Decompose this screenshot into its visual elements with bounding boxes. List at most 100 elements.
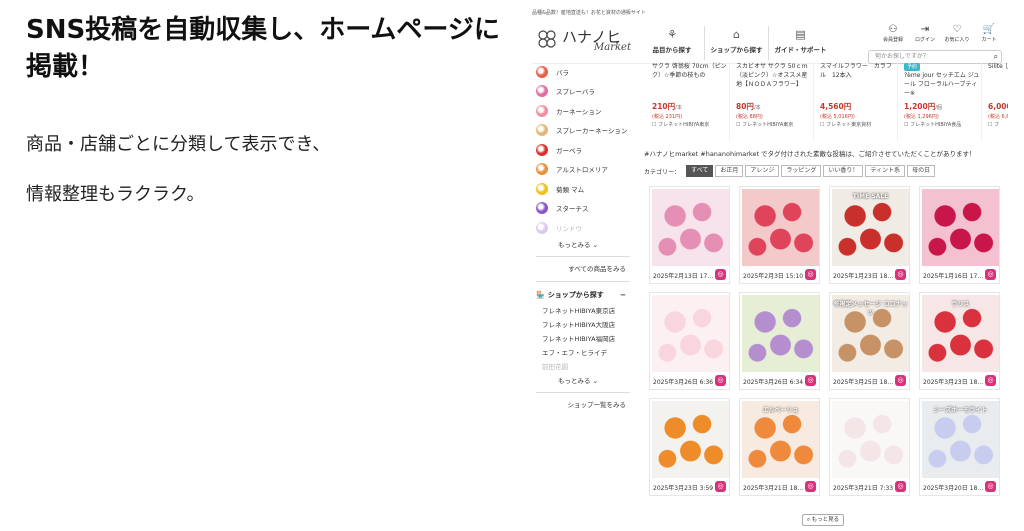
product-favorite[interactable]: ☐ フ: [988, 121, 1008, 130]
sns-post[interactable]: 2025年2月3日 15:10 ◎: [739, 186, 820, 284]
nav-item-0[interactable]: ⚘ 品目から探す: [640, 26, 704, 60]
shop-more-link[interactable]: もっとみる ⌄: [536, 374, 630, 388]
product-card[interactable]: スマイルフラワー カラフル 12本入 4,560円 (税込 5,016円) ☐ …: [820, 62, 898, 142]
flower-icon: [536, 221, 548, 234]
util-heart[interactable]: ♡ お気に入り: [944, 24, 970, 43]
sns-post[interactable]: ラリス 2025年3月23日 18… ◎: [919, 292, 1000, 390]
sidebar-category[interactable]: ガーベラ: [536, 140, 630, 160]
category-tag[interactable]: アレンジ: [745, 165, 780, 177]
shop-link[interactable]: フレネットHIBIYA大阪店: [536, 318, 630, 332]
instagram-icon[interactable]: ◎: [895, 481, 906, 492]
sidebar-category[interactable]: リンドウ: [536, 218, 630, 238]
product-favorite[interactable]: ☐ フレネットHIBIYA東京: [652, 121, 729, 130]
all-products-link[interactable]: すべての商品をみる: [536, 261, 630, 277]
util-login[interactable]: ⇥ ログイン: [912, 24, 938, 43]
sns-post[interactable]: TIME SALE 2025年1月23日 18… ◎: [829, 186, 910, 284]
sidebar-category[interactable]: アルストロメリア: [536, 160, 630, 180]
post-image[interactable]: [652, 189, 729, 266]
category-tag[interactable]: 母の日: [907, 165, 936, 177]
util-cart[interactable]: 🛒 カート: [976, 24, 1002, 43]
instagram-icon[interactable]: ◎: [985, 481, 996, 492]
instagram-icon[interactable]: ◎: [805, 269, 816, 280]
sidebar-category[interactable]: スプレーバラ: [536, 82, 630, 102]
instagram-icon[interactable]: ◎: [985, 269, 996, 280]
shop-link[interactable]: フレネットHIBIYA福岡店: [536, 332, 630, 346]
sns-post[interactable]: 冬限定メッセージ ココナッツ 2025年3月25日 18… ◎: [829, 292, 910, 390]
instagram-icon[interactable]: ◎: [895, 269, 906, 280]
login-icon: ⇥: [920, 24, 930, 35]
sns-post-grid: 2025年2月13日 17… ◎ 2025年2月3日 15:10 ◎ TIME …: [649, 186, 1003, 496]
shop-section-header[interactable]: 🏪 ショップから探す −: [536, 286, 630, 304]
util-user-add[interactable]: ⚇ 会員登録: [880, 24, 906, 43]
category-tag[interactable]: お正月: [715, 165, 744, 177]
promo-panel: SNS投稿を自動収集し、ホームページに掲載！ 商品・店舗ごとに分類して表示でき、…: [26, 12, 506, 220]
post-image[interactable]: [742, 189, 819, 266]
post-image[interactable]: シーズホーモライト: [922, 401, 999, 478]
sns-post[interactable]: 2025年3月26日 6:34 ◎: [739, 292, 820, 390]
product-tax: (税込 5,016円): [820, 114, 855, 120]
post-date: 2025年3月23日 18…: [923, 379, 984, 386]
sidebar-category[interactable]: バラ: [536, 62, 630, 82]
product-card[interactable]: サクラ 啓翁桜 70cm（ピンク）☆季節の枝もの 210円/本 (税込 231円…: [652, 62, 730, 142]
instagram-icon[interactable]: ◎: [895, 375, 906, 386]
post-image[interactable]: エルベーリョ: [742, 401, 819, 478]
sns-post[interactable]: 2025年3月23日 3:59 ◎: [649, 398, 730, 496]
product-card[interactable]: Silite し 1階 2 6,000 (税込 6,6 ☐ フ: [988, 62, 1008, 142]
shop-list-link[interactable]: ショップ一覧をみる: [536, 397, 630, 413]
post-image[interactable]: [922, 189, 999, 266]
post-image[interactable]: [652, 295, 729, 372]
flower-icon: [536, 182, 548, 195]
instagram-icon[interactable]: ◎: [715, 375, 726, 386]
category-tag[interactable]: すべて: [686, 165, 714, 177]
product-name: スマイルフラワー カラフル 12本入: [820, 63, 892, 79]
post-image[interactable]: 冬限定メッセージ ココナッツ: [832, 295, 909, 372]
shop-link[interactable]: 前田花園: [536, 360, 630, 374]
sns-post[interactable]: エルベーリョ 2025年3月21日 18… ◎: [739, 398, 820, 496]
product-favorite[interactable]: ☐ フレネットHIBIYA食品: [904, 121, 981, 130]
sns-lead-text: #ハナノヒmarket #hananohimarket でタグ付けされた素敵な投…: [644, 150, 976, 158]
see-more-button[interactable]: ⌕ もっと見る: [802, 514, 844, 526]
tulip-icon: ⚘: [667, 28, 677, 41]
post-image[interactable]: TIME SALE: [832, 189, 909, 266]
post-date: 2025年1月16日 17…: [923, 273, 984, 280]
sidebar-category[interactable]: スプレーカーネーション: [536, 121, 630, 141]
collapse-icon[interactable]: −: [620, 291, 626, 299]
product-card[interactable]: 予約 ?ème jour セッチエム ジュール フローラルハーブティー※ 1,20…: [904, 62, 982, 142]
flower-icon: [536, 143, 548, 156]
post-image[interactable]: [742, 295, 819, 372]
post-caption: シーズホーモライト: [933, 407, 988, 414]
post-image[interactable]: ラリス: [922, 295, 999, 372]
product-favorite[interactable]: ☐ フレネット東京資材: [820, 121, 897, 130]
category-tag[interactable]: ラッピング: [781, 165, 822, 177]
sidebar-category[interactable]: スターチス: [536, 199, 630, 219]
site-logo[interactable]: ハナノヒ Market: [536, 22, 636, 62]
instagram-icon[interactable]: ◎: [805, 375, 816, 386]
product-tax: (税込 88円): [736, 114, 763, 120]
post-image[interactable]: [832, 401, 909, 478]
post-image[interactable]: [652, 401, 729, 478]
instagram-icon[interactable]: ◎: [715, 269, 726, 280]
sidebar-category[interactable]: 菊類 マム: [536, 179, 630, 199]
shop-link[interactable]: エフ・エフ・ヒライデ: [536, 346, 630, 360]
instagram-icon[interactable]: ◎: [805, 481, 816, 492]
post-date: 2025年2月3日 15:10: [743, 273, 804, 280]
nav-item-2[interactable]: ▤ ガイド・サポート: [768, 26, 832, 60]
product-favorite[interactable]: ☐ フレネットHIBIYA東京: [736, 121, 813, 130]
category-tag[interactable]: いい香り！: [823, 165, 864, 177]
sns-post[interactable]: 2025年3月21日 7:33 ◎: [829, 398, 910, 496]
instagram-icon[interactable]: ◎: [985, 375, 996, 386]
post-date: 2025年3月21日 18…: [743, 485, 804, 492]
sns-post[interactable]: 2025年2月13日 17… ◎: [649, 186, 730, 284]
sns-post[interactable]: 2025年1月16日 17… ◎: [919, 186, 1000, 284]
instagram-icon[interactable]: ◎: [715, 481, 726, 492]
sns-post[interactable]: シーズホーモライト 2025年3月20日 18… ◎: [919, 398, 1000, 496]
sns-post[interactable]: 2025年3月26日 6:36 ◎: [649, 292, 730, 390]
category-tag[interactable]: ティント系: [865, 165, 906, 177]
shop-link[interactable]: フレネットHIBIYA東京店: [536, 304, 630, 318]
product-price: 80円/本: [736, 102, 761, 111]
post-caption: ラリス: [951, 301, 970, 308]
category-more-link[interactable]: もっとみる ⌄: [536, 238, 630, 252]
product-card[interactable]: スカビオサ サクラ 50ｃｍ（淡ピンク）☆オススメ産地【ＮＯＤＡフラワー】 80…: [736, 62, 814, 142]
nav-item-1[interactable]: ⌂ ショップから探す: [704, 26, 768, 60]
sidebar-category[interactable]: カーネーション: [536, 101, 630, 121]
